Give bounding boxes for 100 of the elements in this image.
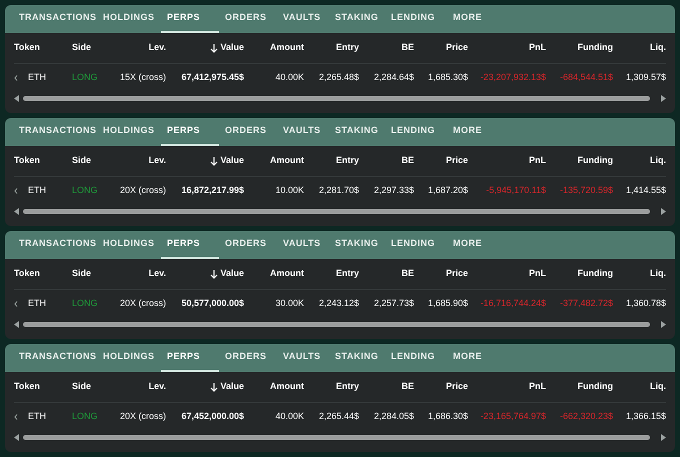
tab[interactable]: STAKING bbox=[329, 231, 385, 259]
tab[interactable]: HOLDINGS bbox=[97, 118, 161, 146]
tab[interactable]: VAULTS bbox=[277, 118, 329, 146]
column-header[interactable]: Lev. bbox=[148, 41, 166, 55]
tab[interactable]: LENDING bbox=[385, 118, 447, 146]
column-header[interactable]: Liq. bbox=[650, 154, 666, 168]
column-header[interactable]: Token bbox=[14, 380, 40, 394]
column-header[interactable]: Amount bbox=[270, 41, 304, 55]
column-header[interactable]: BE bbox=[401, 154, 414, 168]
column-header[interactable]: Liq. bbox=[650, 380, 666, 394]
scroll-right-icon[interactable] bbox=[661, 94, 666, 102]
column-header[interactable]: Token bbox=[14, 41, 40, 55]
column-header[interactable]: BE bbox=[401, 41, 414, 55]
tab[interactable]: STAKING bbox=[329, 344, 385, 372]
column-header[interactable]: Token bbox=[14, 154, 40, 168]
tab[interactable]: ORDERS bbox=[219, 5, 277, 33]
column-header[interactable]: Entry bbox=[336, 154, 359, 168]
column-header[interactable]: Entry bbox=[336, 267, 359, 281]
column-header[interactable]: Lev. bbox=[148, 154, 166, 168]
tab[interactable]: LENDING bbox=[385, 231, 447, 259]
tab[interactable]: TRANSACTIONS bbox=[13, 118, 97, 146]
tab[interactable]: PERPS bbox=[161, 5, 219, 33]
table-cell-text: 20X (cross) bbox=[120, 410, 166, 424]
scroll-left-icon[interactable] bbox=[14, 94, 19, 102]
tab[interactable]: MORE bbox=[447, 118, 491, 146]
tab[interactable]: STAKING bbox=[329, 118, 385, 146]
column-header[interactable]: Side bbox=[72, 380, 92, 394]
tab[interactable]: TRANSACTIONS bbox=[13, 344, 97, 372]
scroll-right-icon[interactable] bbox=[661, 434, 666, 440]
tab[interactable]: LENDING bbox=[385, 344, 447, 372]
tab[interactable]: ORDERS bbox=[219, 118, 277, 146]
chevron-icon[interactable] bbox=[14, 414, 18, 420]
tab[interactable]: ORDERS bbox=[219, 231, 277, 259]
tab[interactable]: LENDING bbox=[385, 5, 447, 33]
scroll-right-icon[interactable] bbox=[661, 208, 666, 214]
column-header[interactable]: Token bbox=[14, 267, 40, 281]
column-header[interactable]: Value bbox=[210, 380, 244, 394]
column-header[interactable]: Side bbox=[72, 41, 92, 55]
column-header[interactable]: Amount bbox=[270, 154, 304, 168]
table-cell-text: -135,720.59$ bbox=[560, 184, 613, 198]
scrollbar-thumb[interactable] bbox=[23, 208, 650, 214]
table-cell-text: LONG bbox=[72, 71, 98, 84]
column-header[interactable]: BE bbox=[401, 267, 414, 281]
tab[interactable]: TRANSACTIONS bbox=[13, 231, 97, 259]
tab[interactable]: HOLDINGS bbox=[97, 5, 161, 33]
column-header[interactable]: PnL bbox=[529, 380, 546, 394]
column-header[interactable]: Liq. bbox=[650, 267, 666, 281]
column-header[interactable]: Funding bbox=[578, 267, 613, 281]
column-header[interactable]: Funding bbox=[578, 154, 613, 168]
chevron-icon[interactable] bbox=[14, 301, 18, 307]
scrollbar-thumb[interactable] bbox=[23, 434, 650, 440]
tab[interactable]: MORE bbox=[447, 231, 491, 259]
column-header[interactable]: PnL bbox=[529, 154, 546, 168]
column-header[interactable]: Entry bbox=[336, 380, 359, 394]
scroll-left-icon[interactable] bbox=[14, 208, 19, 214]
table-cell-text: ETH bbox=[28, 297, 46, 310]
tab[interactable]: TRANSACTIONS bbox=[13, 5, 97, 33]
column-header[interactable]: Funding bbox=[578, 380, 613, 394]
column-header[interactable]: Amount bbox=[270, 267, 304, 281]
column-header[interactable]: Side bbox=[72, 154, 92, 168]
column-header[interactable]: Lev. bbox=[148, 267, 166, 281]
scroll-left-icon[interactable] bbox=[14, 434, 19, 440]
tab[interactable]: VAULTS bbox=[277, 344, 329, 372]
column-header[interactable]: Price bbox=[446, 41, 468, 55]
tab[interactable]: HOLDINGS bbox=[97, 231, 161, 259]
table-cell-text: -23,165,764.97$ bbox=[480, 410, 546, 424]
tab[interactable]: STAKING bbox=[329, 5, 385, 33]
column-header[interactable]: Value bbox=[210, 267, 244, 281]
column-header[interactable]: Value bbox=[210, 41, 244, 55]
column-header[interactable]: Price bbox=[446, 380, 468, 394]
column-header[interactable]: BE bbox=[401, 380, 414, 394]
scroll-right-icon[interactable] bbox=[661, 320, 666, 328]
column-header[interactable]: Amount bbox=[270, 380, 304, 394]
tab[interactable]: PERPS bbox=[161, 344, 219, 372]
chevron-icon[interactable] bbox=[14, 75, 18, 81]
table-cell-text: 1,687.20$ bbox=[428, 184, 468, 198]
scrollbar-thumb[interactable] bbox=[23, 96, 650, 100]
tab[interactable]: HOLDINGS bbox=[97, 344, 161, 372]
tab[interactable]: MORE bbox=[447, 344, 491, 372]
column-header[interactable]: Price bbox=[446, 267, 468, 281]
column-header[interactable]: Side bbox=[72, 267, 92, 281]
chevron-icon[interactable] bbox=[14, 188, 18, 194]
column-header[interactable]: Entry bbox=[336, 41, 359, 55]
column-header[interactable]: Funding bbox=[578, 41, 613, 55]
column-header[interactable]: Lev. bbox=[148, 380, 166, 394]
table-cell-text: 1,685.90$ bbox=[428, 297, 468, 310]
scroll-left-icon[interactable] bbox=[14, 320, 19, 328]
tab[interactable]: MORE bbox=[447, 5, 491, 33]
table-cell-text: 20X (cross) bbox=[120, 184, 166, 198]
column-header[interactable]: Value bbox=[210, 154, 244, 168]
column-header[interactable]: PnL bbox=[529, 267, 546, 281]
column-header[interactable]: Liq. bbox=[650, 41, 666, 55]
tab[interactable]: VAULTS bbox=[277, 5, 329, 33]
tab[interactable]: PERPS bbox=[161, 118, 219, 146]
scrollbar-thumb[interactable] bbox=[23, 322, 650, 326]
column-header[interactable]: PnL bbox=[529, 41, 546, 55]
tab[interactable]: ORDERS bbox=[219, 344, 277, 372]
tab[interactable]: VAULTS bbox=[277, 231, 329, 259]
column-header[interactable]: Price bbox=[446, 154, 468, 168]
tab[interactable]: PERPS bbox=[161, 231, 219, 259]
